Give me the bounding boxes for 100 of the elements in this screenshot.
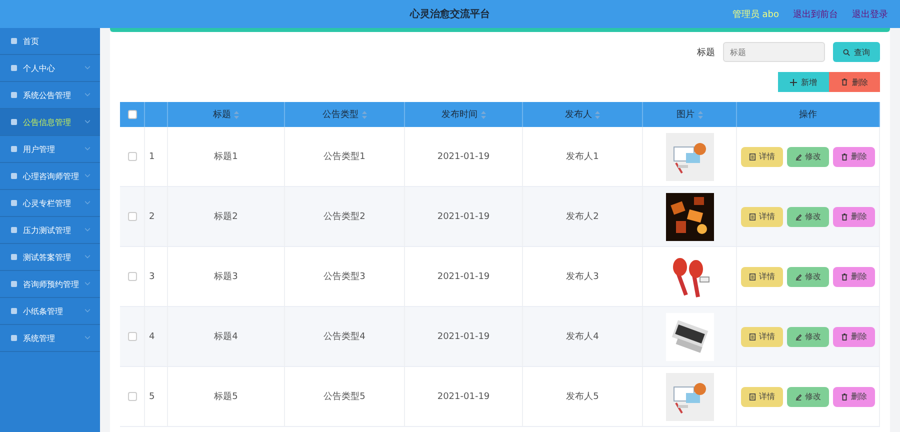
row-checkbox[interactable] — [128, 332, 136, 341]
header-link[interactable]: 退出到前台 — [793, 8, 838, 20]
sidebar-item[interactable]: 用户管理 — [0, 136, 100, 163]
delete-button[interactable]: 删除 — [833, 266, 875, 286]
table-cell-text: 标题4 — [214, 330, 238, 343]
sidebar-item[interactable]: 小纸条管理 — [0, 298, 100, 325]
select-all-checkbox[interactable] — [128, 110, 136, 119]
menu-item-icon — [10, 37, 18, 45]
document-icon — [749, 272, 756, 280]
sidebar-item[interactable]: 系统管理 — [0, 325, 100, 352]
detail-button[interactable]: 详情 — [741, 386, 783, 406]
chevron-icon — [85, 93, 90, 97]
sidebar-item[interactable]: 压力测试管理 — [0, 217, 100, 244]
search-icon — [843, 48, 850, 56]
chevron-icon — [85, 66, 90, 70]
edit-button[interactable]: 修改 — [787, 326, 829, 346]
app-title: 心灵治愈交流平台 — [410, 7, 490, 21]
delete-button[interactable]: 删除 — [833, 386, 875, 406]
delete-button[interactable]: 删除 — [829, 72, 880, 92]
menu-item-icon — [10, 226, 18, 234]
plus-icon — [790, 78, 797, 86]
menu-item-icon — [10, 307, 18, 315]
column-header: 公告类型 — [322, 108, 358, 121]
chevron-icon — [85, 309, 90, 313]
table-cell-text: 标题2 — [214, 210, 238, 223]
column-header: 发布人 — [565, 108, 592, 121]
row-checkbox[interactable] — [128, 392, 136, 401]
sidebar-item[interactable]: 咨询师预约管理 — [0, 271, 100, 298]
table-cell-text: 发布人4 — [566, 330, 599, 343]
sidebar-item[interactable]: 公告信息管理 — [0, 109, 100, 136]
document-icon — [749, 152, 756, 160]
sort-icon[interactable] — [362, 110, 366, 118]
search-button[interactable]: 查询 — [833, 42, 880, 62]
document-icon — [749, 332, 756, 340]
search-field[interactable]: 标题 — [723, 42, 825, 62]
row-checkbox[interactable] — [128, 152, 136, 161]
chevron-icon — [85, 147, 90, 151]
trash-icon — [841, 152, 848, 160]
table-cell: 2021-01-19 — [437, 332, 490, 342]
row-index: 3 — [149, 272, 155, 282]
menu-item-icon — [10, 280, 18, 288]
sort-icon[interactable] — [698, 110, 702, 118]
table-cell-text: 标题5 — [214, 390, 238, 403]
menu-item-icon — [10, 145, 18, 153]
sort-icon[interactable] — [234, 110, 239, 118]
chevron-icon — [85, 282, 90, 286]
table-cell-text: 发布人1 — [566, 150, 599, 163]
column-header: 发布时间 — [442, 108, 478, 121]
table-cell-text: 发布人5 — [566, 390, 599, 403]
delete-button[interactable]: 删除 — [833, 206, 875, 226]
pencil-icon — [795, 272, 802, 280]
detail-button[interactable]: 详情 — [741, 266, 783, 286]
table-cell: 2021-01-19 — [437, 212, 490, 222]
menu-item-icon — [10, 91, 18, 99]
add-button[interactable]: 新增 — [778, 72, 829, 92]
row-checkbox[interactable] — [128, 212, 136, 221]
delete-button[interactable]: 删除 — [833, 326, 875, 346]
chevron-icon — [85, 255, 90, 259]
row-index: 4 — [149, 332, 155, 342]
delete-button[interactable]: 删除 — [833, 146, 875, 166]
detail-button[interactable]: 详情 — [741, 206, 783, 226]
search-label: 标题 — [697, 46, 715, 58]
document-icon — [749, 392, 756, 400]
trash-icon — [841, 272, 848, 280]
detail-button[interactable]: 详情 — [741, 146, 783, 166]
sidebar-item[interactable]: 心理咨询师管理 — [0, 163, 100, 190]
row-index: 2 — [149, 212, 155, 222]
sidebar-item[interactable]: 个人中心 — [0, 55, 100, 82]
row-index: 1 — [149, 152, 155, 162]
sort-icon[interactable] — [595, 110, 600, 118]
sort-icon[interactable] — [480, 110, 486, 118]
table-cell-text: 公告类型4 — [324, 330, 366, 343]
table-cell-text: 公告类型2 — [324, 210, 366, 223]
menu-item-icon — [10, 172, 18, 180]
sidebar-item[interactable]: 测试答案管理 — [0, 244, 100, 271]
table-cell-text: 发布人3 — [566, 270, 599, 283]
chevron-icon — [85, 174, 90, 178]
sidebar-item[interactable]: 心灵专栏管理 — [0, 190, 100, 217]
edit-button[interactable]: 修改 — [787, 386, 829, 406]
edit-button[interactable]: 修改 — [787, 266, 829, 286]
edit-button[interactable]: 修改 — [787, 206, 829, 226]
table-cell: 2021-01-19 — [437, 392, 490, 402]
sidebar-item[interactable]: 首页 — [0, 28, 100, 55]
chevron-icon — [85, 336, 90, 340]
menu-item-icon — [10, 334, 18, 342]
trash-icon — [841, 392, 848, 400]
menu-item-icon — [10, 64, 18, 72]
chevron-icon — [85, 120, 90, 124]
menu-item-icon — [10, 253, 18, 261]
chevron-icon — [85, 228, 90, 232]
table-cell: 2021-01-19 — [437, 152, 490, 162]
table-cell-text: 标题1 — [214, 150, 238, 163]
document-icon — [749, 212, 756, 220]
header-link[interactable]: 退出登录 — [852, 8, 888, 20]
trash-icon — [841, 212, 848, 220]
trash-icon — [841, 78, 848, 86]
row-checkbox[interactable] — [128, 272, 136, 281]
detail-button[interactable]: 详情 — [741, 326, 783, 346]
edit-button[interactable]: 修改 — [787, 146, 829, 166]
column-header: 标题 — [213, 108, 231, 121]
